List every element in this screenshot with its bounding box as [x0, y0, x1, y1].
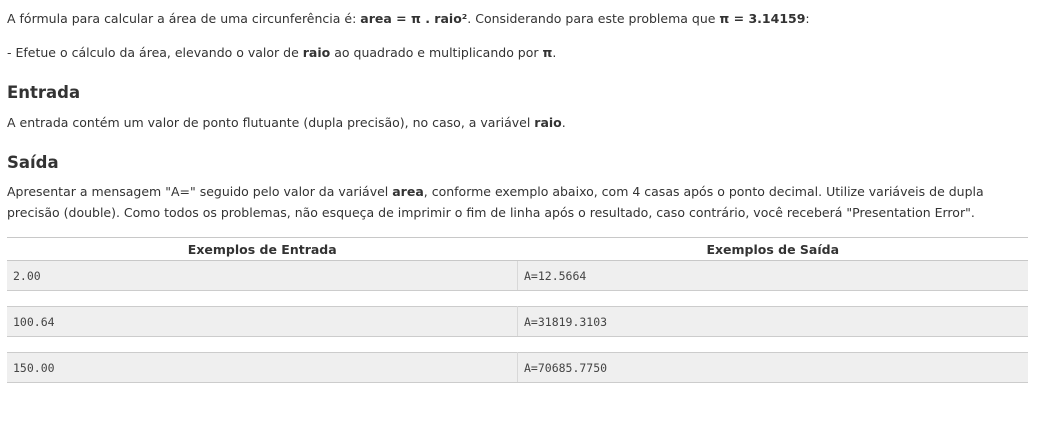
example-row: 150.00 A=70685.7750 — [7, 352, 1028, 383]
instruction-raio: raio — [302, 45, 331, 60]
examples-table: Exemplos de Entrada Exemplos de Saída 2.… — [7, 237, 1028, 383]
entrada-raio: raio — [534, 115, 562, 130]
examples-input-header: Exemplos de Entrada — [7, 237, 518, 261]
entrada-paragraph: A entrada contém um valor de ponto flutu… — [7, 112, 1028, 133]
saida-heading: Saída — [7, 153, 59, 172]
example-row: 100.64 A=31819.3103 — [7, 306, 1028, 337]
saida-text-a: Apresentar a mensagem "A=" seguido pelo … — [7, 184, 393, 199]
instruction-text-a: - Efetue o cálculo da área, elevando o v… — [7, 45, 303, 60]
example-input-cell: 100.64 — [7, 306, 518, 337]
instruction-pi: π — [542, 45, 553, 60]
examples-output-header: Exemplos de Saída — [517, 237, 1028, 261]
example-input-cell: 150.00 — [7, 352, 518, 383]
instruction-text-c: . — [552, 45, 557, 60]
example-input-cell: 2.00 — [7, 260, 518, 291]
example-output-cell: A=31819.3103 — [517, 306, 1028, 337]
formula-intro-text: A fórmula para calcular a área de uma ci… — [7, 11, 361, 26]
example-output-cell: A=12.5664 — [517, 260, 1028, 291]
saida-area: area — [392, 184, 424, 199]
pi-value-text: π = 3.14159 — [719, 11, 806, 26]
formula-paragraph: A fórmula para calcular a área de uma ci… — [7, 8, 1028, 29]
example-output-cell: A=70685.7750 — [517, 352, 1028, 383]
instruction-text-b: ao quadrado e multiplicando por — [330, 45, 543, 60]
entrada-heading: Entrada — [7, 83, 81, 102]
example-row: 2.00 A=12.5664 — [7, 260, 1028, 291]
saida-paragraph: Apresentar a mensagem "A=" seguido pelo … — [7, 181, 1032, 223]
entrada-text-b: . — [561, 115, 566, 130]
formula-consider-text: . Considerando para este problema que — [467, 11, 720, 26]
formula-end-text: : — [805, 11, 810, 26]
formula-text: area = π . raio² — [360, 11, 468, 26]
instruction-paragraph: - Efetue o cálculo da área, elevando o v… — [7, 42, 1028, 63]
entrada-text-a: A entrada contém um valor de ponto flutu… — [7, 115, 535, 130]
